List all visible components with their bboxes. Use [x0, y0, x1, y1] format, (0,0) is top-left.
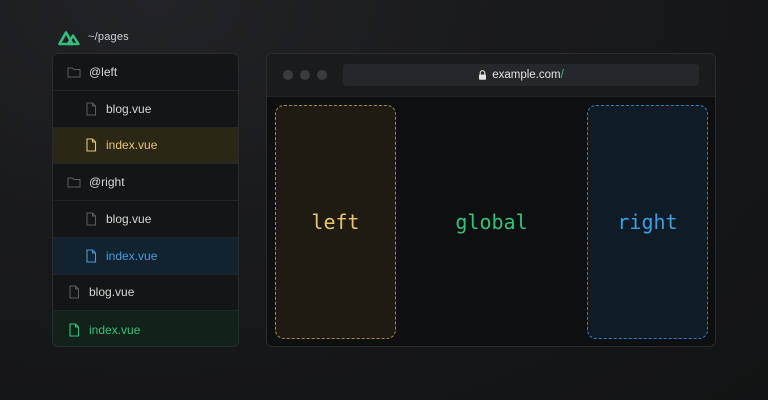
browser-titlebar: example.com/ — [267, 54, 715, 97]
url-path: / — [560, 69, 564, 81]
tree-item-label: blog.vue — [106, 101, 152, 116]
window-maximize-dot[interactable] — [317, 70, 327, 80]
tree-item-left-blog[interactable]: blog.vue — [53, 91, 238, 128]
file-icon — [86, 212, 96, 226]
lock-icon — [479, 70, 487, 80]
pages-path: ~/pages — [88, 31, 129, 43]
nuxt-logo-icon — [58, 31, 80, 46]
tree-item-label: @right — [89, 175, 125, 190]
window-minimize-dot[interactable] — [300, 70, 310, 80]
left-slot: left — [275, 105, 396, 339]
browser-viewport: left global right — [267, 97, 715, 346]
tree-item-label: index.vue — [89, 322, 141, 337]
tree-item-right-blog[interactable]: blog.vue — [53, 201, 238, 238]
url-host: example.com — [492, 69, 561, 81]
file-icon — [69, 285, 79, 299]
tree-item-label: index.vue — [106, 248, 158, 263]
file-icon — [86, 102, 96, 116]
folder-icon — [67, 67, 81, 78]
right-slot-label: right — [617, 210, 678, 234]
tree-item-label: blog.vue — [106, 211, 152, 226]
file-icon — [86, 138, 97, 152]
right-slot: right — [587, 105, 708, 339]
tree-item-blog[interactable]: blog.vue — [53, 275, 238, 312]
file-icon — [69, 323, 80, 337]
tree-item-index[interactable]: index.vue — [53, 311, 238, 346]
address-bar[interactable]: example.com/ — [343, 64, 699, 86]
window-close-dot[interactable] — [283, 70, 293, 80]
global-content: global — [396, 105, 587, 339]
global-label: global — [455, 210, 528, 234]
tree-item-label: @left — [89, 64, 118, 79]
browser-window: example.com/ left global right — [266, 53, 716, 347]
tree-item-label: blog.vue — [89, 285, 135, 300]
left-slot-label: left — [311, 210, 360, 234]
file-tree: @left blog.vue index.vue @right blog.vue… — [52, 53, 239, 347]
folder-icon — [67, 177, 81, 188]
header: ~/pages — [58, 28, 129, 46]
tree-item-left-folder[interactable]: @left — [53, 54, 238, 91]
tree-item-label: index.vue — [106, 138, 158, 153]
tree-item-right-folder[interactable]: @right — [53, 164, 238, 201]
tree-item-right-index[interactable]: index.vue — [53, 237, 238, 275]
tree-item-left-index[interactable]: index.vue — [53, 127, 238, 165]
file-icon — [86, 249, 97, 263]
